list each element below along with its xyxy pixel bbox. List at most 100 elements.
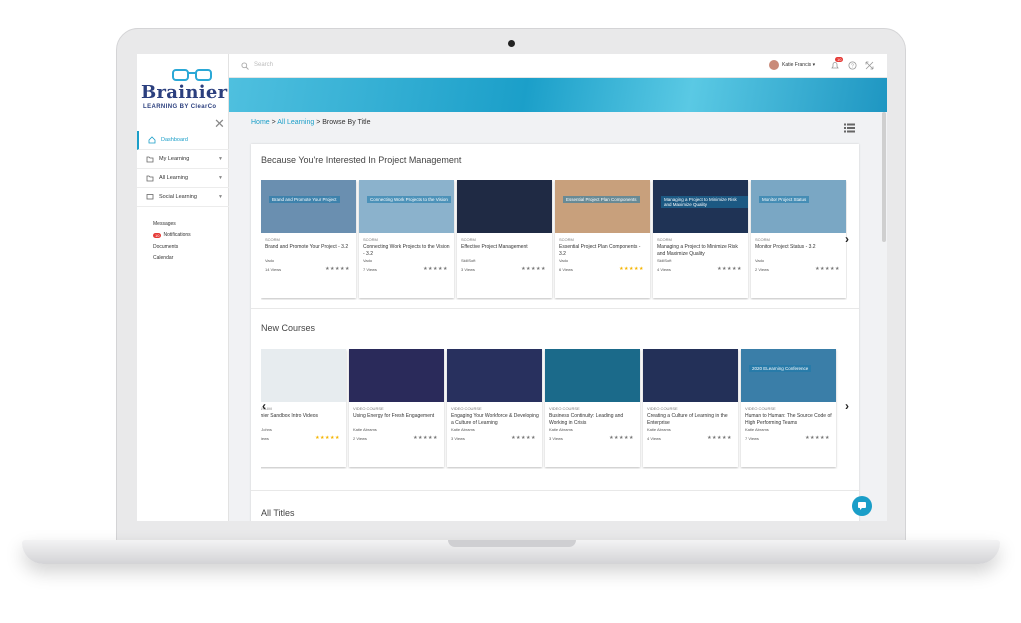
- glasses-icon: [172, 69, 212, 81]
- course-title[interactable]: Creating a Culture of Learning in the En…: [647, 413, 735, 426]
- course-thumbnail[interactable]: Monitor Project Status: [751, 180, 846, 233]
- svg-text:?: ?: [851, 63, 854, 69]
- social-sub-menu: Messages 10 Notifications Documents Calen…: [153, 218, 191, 264]
- home-icon: [148, 136, 156, 144]
- course-type: SCORM: [363, 237, 378, 242]
- sub-item-notifications[interactable]: 10 Notifications: [153, 230, 191, 242]
- course-title[interactable]: rainier Sandbox Intro Videos: [261, 413, 343, 420]
- course-card[interactable]: VIDEO COURSE Creating a Culture of Learni…: [643, 349, 738, 467]
- course-views: 14 Views: [265, 267, 282, 272]
- course-thumbnail[interactable]: [261, 349, 346, 402]
- course-card[interactable]: Managing a Project to Minimize Risk and …: [653, 180, 748, 298]
- sidebar-item-my-learning[interactable]: My Learning ▼: [137, 150, 229, 169]
- course-card[interactable]: IMUSLIMrainier Sandbox Intro Videosely J…: [261, 349, 346, 467]
- sub-item-label: Calendar: [153, 255, 174, 262]
- rating-stars[interactable]: ★★★★★: [413, 435, 438, 441]
- rating-stars[interactable]: ★★★★★: [707, 435, 732, 441]
- course-author: ely Johns: [261, 427, 272, 432]
- search-input[interactable]: Search: [254, 62, 273, 68]
- breadcrumb-home-link[interactable]: Home: [251, 119, 270, 126]
- course-title[interactable]: Monitor Project Status - 3.2: [755, 244, 843, 251]
- course-title[interactable]: Human to Human: The Source Code of High …: [745, 413, 833, 426]
- rating-stars[interactable]: ★★★★★: [521, 266, 546, 272]
- rating-stars[interactable]: ★★★★★: [717, 266, 742, 272]
- course-thumbnail[interactable]: [349, 349, 444, 402]
- course-thumbnail[interactable]: [545, 349, 640, 402]
- course-title[interactable]: Connecting Work Projects to the Vision -…: [363, 244, 451, 257]
- carousel-prev-arrow[interactable]: ‹: [262, 399, 266, 413]
- course-thumbnail[interactable]: [447, 349, 542, 402]
- course-card[interactable]: VIDEO COURSE Engaging Your Workforce & De…: [447, 349, 542, 467]
- rating-stars[interactable]: ★★★★★: [325, 266, 350, 272]
- course-card[interactable]: Monitor Project Status SCORM Monitor Proje…: [751, 180, 846, 298]
- course-card[interactable]: Brand and Promote Your Project SCORM Brand…: [261, 180, 356, 298]
- sidebar-item-dashboard[interactable]: Dashboard: [137, 131, 229, 150]
- course-thumbnail[interactable]: Essential Project Plan Components: [555, 180, 650, 233]
- course-type: VIDEO COURSE: [647, 406, 678, 411]
- course-views: 3 Views: [451, 436, 465, 441]
- course-title[interactable]: Essential Project Plan Components - 3.2: [559, 244, 647, 257]
- breadcrumb: Home > All Learning > Browse By Title: [251, 119, 370, 126]
- course-card[interactable]: VIDEO COURSE Using Energy for Fresh Engag…: [349, 349, 444, 467]
- course-card[interactable]: VIDEO COURSE Business Continuity: Leading…: [545, 349, 640, 467]
- help-icon[interactable]: ?: [848, 61, 857, 70]
- course-views: 1 Views: [261, 436, 269, 441]
- course-type: VIDEO COURSE: [549, 406, 580, 411]
- course-title[interactable]: Brand and Promote Your Project - 3.2: [265, 244, 353, 251]
- course-author: Vado: [755, 258, 765, 263]
- sidebar-item-label: Social Learning: [159, 194, 197, 200]
- header-banner: [229, 78, 887, 112]
- rating-stars[interactable]: ★★★★★: [815, 266, 840, 272]
- search-icon[interactable]: [241, 62, 249, 70]
- rating-stars[interactable]: ★★★★★: [805, 435, 830, 441]
- course-thumbnail[interactable]: Connecting Work Projects to the Vision: [359, 180, 454, 233]
- course-thumbnail[interactable]: 2020 ELearning Conference: [741, 349, 836, 402]
- sub-item-calendar[interactable]: Calendar: [153, 253, 191, 265]
- rating-stars[interactable]: ★★★★★: [511, 435, 536, 441]
- course-views: 7 Views: [363, 267, 377, 272]
- brand-logo[interactable]: Brainier LEARNING BY ClearCo: [139, 66, 227, 110]
- user-menu[interactable]: Katie Francis ▾: [769, 60, 815, 70]
- close-sidebar-icon[interactable]: ✕: [214, 117, 225, 130]
- carousel-next-arrow[interactable]: ›: [845, 232, 849, 246]
- course-card[interactable]: Connecting Work Projects to the Vision SC…: [359, 180, 454, 298]
- course-thumbnail[interactable]: Brand and Promote Your Project: [261, 180, 356, 233]
- carousel-next-arrow[interactable]: ›: [845, 399, 849, 413]
- sidebar-item-all-learning[interactable]: All Learning ▼: [137, 169, 229, 188]
- chat-button[interactable]: [852, 496, 872, 516]
- course-thumbnail[interactable]: [643, 349, 738, 402]
- course-title[interactable]: Using Energy for Fresh Engagement: [353, 413, 441, 420]
- course-card[interactable]: SCORM Effective Project Management SkillSo…: [457, 180, 552, 298]
- rating-stars[interactable]: ★★★★★: [619, 266, 644, 272]
- folder-icon: [146, 156, 154, 163]
- section-title-interested: Because You're Interested In Project Man…: [261, 155, 462, 165]
- course-thumbnail[interactable]: Managing a Project to Minimize Risk and …: [653, 180, 748, 233]
- list-view-icon[interactable]: [844, 123, 855, 133]
- course-title[interactable]: Business Continuity: Leading and Working…: [549, 413, 637, 426]
- sub-item-documents[interactable]: Documents: [153, 241, 191, 253]
- rating-stars[interactable]: ★★★★★: [609, 435, 634, 441]
- rating-stars[interactable]: ★★★★★: [423, 266, 448, 272]
- sidebar-item-social-learning[interactable]: Social Learning ▼: [137, 188, 229, 207]
- course-title[interactable]: Engaging Your Workforce & Developing a C…: [451, 413, 539, 426]
- chevron-down-icon[interactable]: ▼: [218, 156, 223, 162]
- sub-item-messages[interactable]: Messages: [153, 218, 191, 230]
- course-card[interactable]: Essential Project Plan Components SCORM Es…: [555, 180, 650, 298]
- course-title[interactable]: Managing a Project to Minimize Risk and …: [657, 244, 745, 257]
- folder-icon: [146, 175, 154, 182]
- course-type: SCORM: [559, 237, 574, 242]
- bell-icon[interactable]: [831, 61, 839, 70]
- chevron-down-icon[interactable]: ▼: [218, 194, 223, 200]
- course-author: Katie Abrams: [451, 427, 475, 432]
- breadcrumb-all-learning-link[interactable]: All Learning: [277, 119, 314, 126]
- course-thumbnail[interactable]: [457, 180, 552, 233]
- expand-icon[interactable]: [865, 61, 874, 70]
- chat-bubble-icon: [858, 502, 866, 510]
- rating-stars[interactable]: ★★★★★: [315, 435, 340, 441]
- course-title[interactable]: Effective Project Management: [461, 244, 549, 251]
- scrollbar[interactable]: [882, 112, 886, 242]
- course-card[interactable]: 2020 ELearning Conference VIDEO COURSE Hum…: [741, 349, 836, 467]
- laptop-notch: [448, 540, 576, 547]
- course-type: VIDEO COURSE: [451, 406, 482, 411]
- chevron-down-icon[interactable]: ▼: [218, 175, 223, 181]
